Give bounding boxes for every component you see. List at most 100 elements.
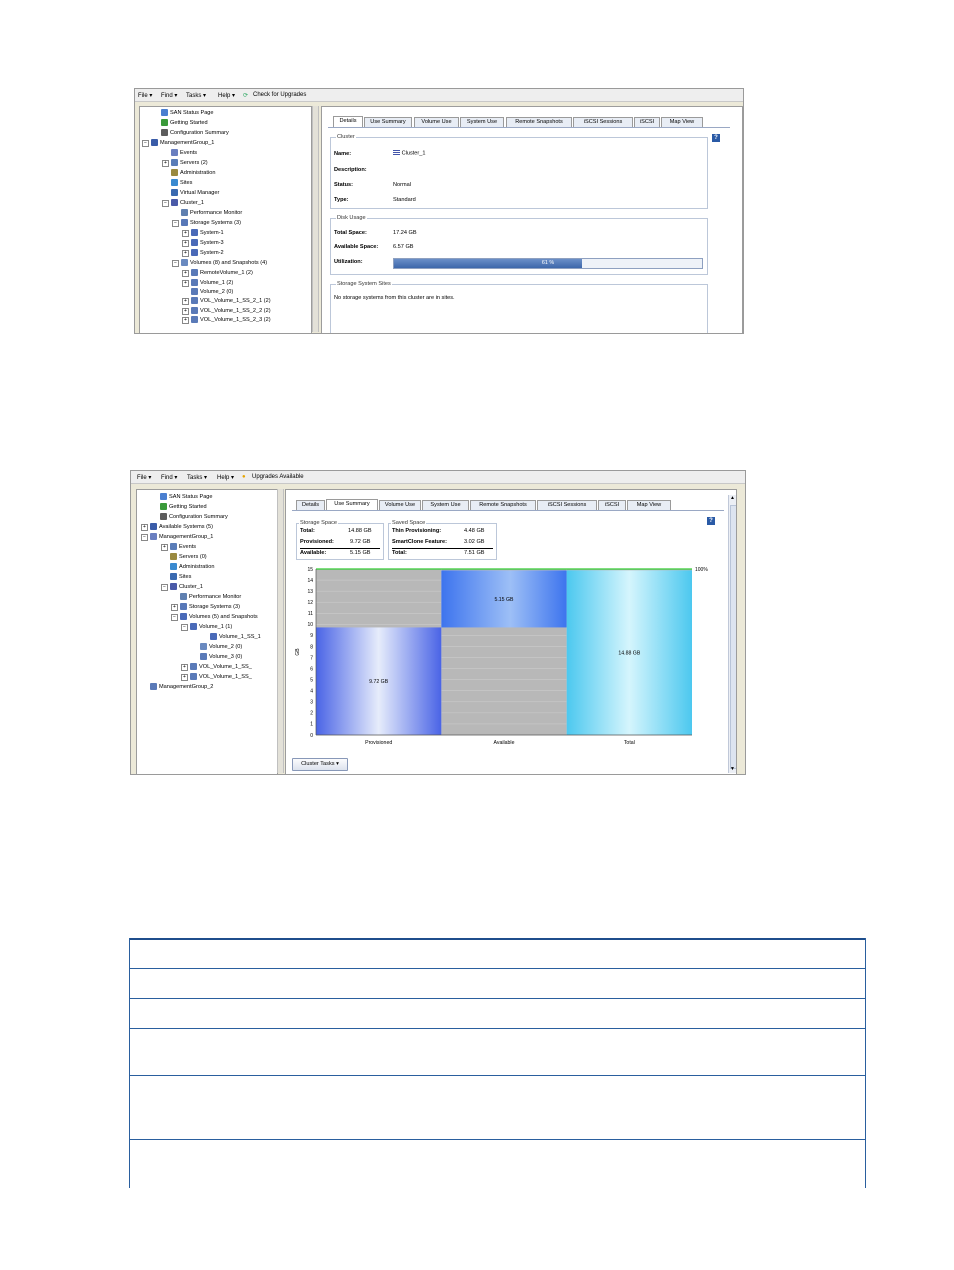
menu-find[interactable]: Find ▾: [161, 92, 177, 99]
tree-item[interactable]: Volume_3 (0): [200, 653, 242, 662]
tab-remote-snapshots[interactable]: Remote Snapshots: [506, 117, 572, 127]
tree-item[interactable]: Performance Monitor: [181, 209, 242, 218]
expand-icon[interactable]: +: [162, 160, 169, 167]
cluster-tasks-button[interactable]: Cluster Tasks ▾: [292, 758, 348, 771]
expand-icon[interactable]: +: [182, 298, 189, 305]
collapse-icon[interactable]: −: [162, 200, 169, 207]
tree-item[interactable]: Sites: [170, 573, 191, 582]
tab-remote-snapshots[interactable]: Remote Snapshots: [470, 500, 536, 510]
tree-item[interactable]: Volumes (5) and Snapshots −: [171, 613, 258, 622]
expand-icon[interactable]: +: [141, 524, 148, 531]
tree-item[interactable]: Administration: [171, 169, 215, 178]
tree-item[interactable]: Available Systems (5) +: [141, 523, 213, 532]
tree-item[interactable]: ManagementGroup_2: [150, 683, 213, 692]
tree-item[interactable]: SAN Status Page: [161, 109, 214, 118]
tree-item[interactable]: Volume_1_SS_1: [210, 633, 261, 642]
menu-file[interactable]: File ▾: [137, 474, 151, 481]
tab-iscsi-sessions[interactable]: iSCSI Sessions: [537, 500, 597, 510]
expand-icon[interactable]: +: [182, 280, 189, 287]
tree-item[interactable]: Events: [171, 149, 197, 158]
tab-use-summary[interactable]: Use Summary: [364, 117, 412, 127]
scroll-up-arrow[interactable]: ▲: [729, 495, 736, 502]
tree-item[interactable]: Storage Systems (3) +: [171, 603, 240, 612]
expand-icon[interactable]: +: [181, 664, 188, 671]
vertical-scrollbar[interactable]: ▲ ▼: [728, 495, 736, 773]
tree-item[interactable]: System-1 +: [182, 229, 224, 238]
expand-icon[interactable]: +: [161, 544, 168, 551]
expand-icon[interactable]: +: [182, 240, 189, 247]
tab-volume-use[interactable]: Volume Use: [414, 117, 459, 127]
tree-item[interactable]: Cluster_1 −: [161, 583, 203, 592]
tab-details[interactable]: Details: [333, 116, 363, 127]
tab-iscsi[interactable]: iSCSI: [634, 117, 660, 127]
tree-item[interactable]: Volumes (8) and Snapshots (4) −: [172, 259, 267, 268]
tab-map-view[interactable]: Map View: [661, 117, 703, 127]
menu-find[interactable]: Find ▾: [161, 474, 177, 481]
tree-item[interactable]: Volume_2 (0): [200, 643, 242, 652]
tree-item[interactable]: Configuration Summary: [160, 513, 228, 522]
scroll-down-arrow[interactable]: ▼: [729, 766, 736, 773]
tab-iscsi[interactable]: iSCSI: [598, 500, 626, 510]
tab-use-summary[interactable]: Use Summary: [326, 499, 378, 510]
expand-icon[interactable]: +: [182, 317, 189, 324]
tree-item[interactable]: Events +: [161, 543, 196, 552]
collapse-icon[interactable]: −: [172, 220, 179, 227]
tree-item[interactable]: Volume_1 (2) +: [182, 279, 233, 288]
help-icon[interactable]: ?: [707, 517, 715, 525]
tree-item[interactable]: Servers (2) +: [162, 159, 208, 168]
scroll-thumb[interactable]: [730, 505, 736, 769]
collapse-icon[interactable]: −: [142, 140, 149, 147]
tree-item[interactable]: Servers (0): [170, 553, 207, 562]
tree-item[interactable]: System-2 +: [182, 249, 224, 258]
tree-item[interactable]: VOL_Volume_1_SS_2_1 (2) +: [182, 297, 271, 306]
expand-icon[interactable]: +: [171, 604, 178, 611]
expand-icon[interactable]: +: [182, 308, 189, 315]
menu-upgrades-available[interactable]: Upgrades Available: [252, 474, 304, 480]
menu-tasks[interactable]: Tasks ▾: [186, 92, 206, 99]
tree-item[interactable]: ManagementGroup_1 −: [142, 139, 214, 148]
tab-details[interactable]: Details: [296, 500, 325, 510]
pane-splitter[interactable]: [277, 489, 284, 773]
tree-item[interactable]: Sites: [171, 179, 192, 188]
tree-item[interactable]: Storage Systems (3) −: [172, 219, 241, 228]
tree-item[interactable]: Volume_2 (0): [191, 288, 233, 297]
expand-icon[interactable]: +: [181, 674, 188, 681]
expand-icon[interactable]: +: [182, 250, 189, 257]
tree-item[interactable]: VOL_Volume_1_SS_2_2 (2) +: [182, 307, 271, 316]
expand-icon[interactable]: +: [182, 270, 189, 277]
collapse-icon[interactable]: −: [171, 614, 178, 621]
tree-item[interactable]: VOL_Volume_1_SS_2_3 (2) +: [182, 316, 271, 325]
pane-splitter[interactable]: [312, 106, 319, 332]
tree-item[interactable]: Getting Started: [160, 503, 207, 512]
tab-map-view[interactable]: Map View: [627, 500, 671, 510]
menu-tasks[interactable]: Tasks ▾: [187, 474, 207, 481]
tree-item[interactable]: Performance Monitor: [180, 593, 241, 602]
tree-item[interactable]: Virtual Manager: [171, 189, 219, 198]
collapse-icon[interactable]: −: [172, 260, 179, 267]
tree-item[interactable]: VOL_Volume_1_SS_ +: [181, 673, 252, 682]
thin-provisioning-label: Thin Provisioning:: [392, 528, 442, 534]
tree-item[interactable]: System-3 +: [182, 239, 224, 248]
tree-item[interactable]: Getting Started: [161, 119, 208, 128]
menu-help[interactable]: Help ▾: [217, 474, 234, 481]
collapse-icon[interactable]: −: [161, 584, 168, 591]
tree-item[interactable]: Configuration Summary: [161, 129, 229, 138]
tab-system-use[interactable]: System Use: [422, 500, 469, 510]
tree-item[interactable]: Cluster_1 −: [162, 199, 204, 208]
tab-system-use[interactable]: System Use: [460, 117, 504, 127]
tab-volume-use[interactable]: Volume Use: [379, 500, 421, 510]
menu-file[interactable]: File ▾: [138, 92, 152, 99]
tree-item[interactable]: Administration: [170, 563, 214, 572]
menu-check-upgrades[interactable]: Check for Upgrades: [253, 92, 306, 98]
tree-item[interactable]: VOL_Volume_1_SS_ +: [181, 663, 252, 672]
tree-item[interactable]: Volume_1 (1) −: [181, 623, 232, 632]
tree-item[interactable]: ManagementGroup_1 −: [141, 533, 213, 542]
collapse-icon[interactable]: −: [181, 624, 188, 631]
tab-iscsi-sessions[interactable]: iSCSI Sessions: [573, 117, 633, 127]
tree-item[interactable]: SAN Status Page: [160, 493, 213, 502]
collapse-icon[interactable]: −: [141, 534, 148, 541]
menu-help[interactable]: Help ▾: [218, 92, 235, 99]
tree-item[interactable]: RemoteVolume_1 (2) +: [182, 269, 253, 278]
expand-icon[interactable]: +: [182, 230, 189, 237]
help-icon[interactable]: ?: [712, 134, 720, 142]
